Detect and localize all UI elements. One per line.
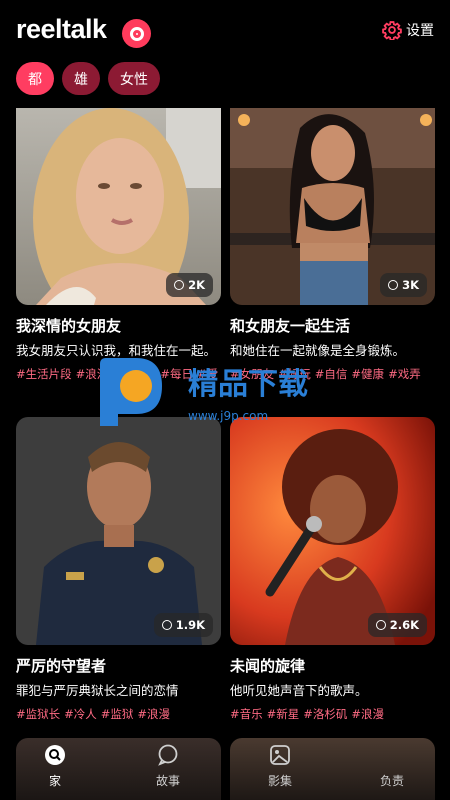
tag[interactable]: #冷人 [64, 707, 97, 721]
story-tags: #女朋友 #好玩 #自信 #健康 #戏弄 [230, 366, 435, 382]
settings-label: 设置 [406, 23, 434, 39]
story-title: 我深情的女朋友 [16, 317, 122, 335]
chat-bubble-icon [174, 280, 185, 290]
tag[interactable]: #生活片段 [16, 367, 72, 381]
tab-stories[interactable]: 故事 [138, 744, 198, 789]
tag[interactable]: #好玩 [278, 367, 311, 381]
chat-bubble-icon [375, 620, 386, 630]
conversation-count: 2.6K [367, 613, 427, 637]
tag[interactable]: #每日 [160, 367, 193, 381]
story-thumbnail[interactable]: 3K [230, 108, 435, 305]
story-card[interactable]: 3K 和女朋友一起生活 和她住在一起就像是全身锻炼。 #女朋友 #好玩 #自信 #健康… [230, 108, 435, 382]
logo-badge-icon [122, 19, 151, 48]
tag[interactable]: #爱 [197, 367, 218, 381]
image-icon [270, 745, 290, 765]
chat-bubble-icon [158, 744, 178, 766]
story-thumbnail[interactable]: 1.9K [16, 417, 221, 645]
tag[interactable]: #女朋友 [112, 367, 156, 381]
tag[interactable]: #戏弄 [388, 367, 421, 381]
story-description: 他听见她声音下的歌声。 [230, 683, 368, 698]
app-header: reeltalk 设置 [0, 0, 450, 62]
chat-bubble-icon [388, 280, 399, 290]
tag[interactable]: #浪漫 [137, 707, 170, 721]
tag[interactable]: #女朋友 [230, 367, 274, 381]
settings-button[interactable]: 设置 [382, 20, 434, 40]
search-icon [45, 745, 65, 765]
story-card[interactable]: 2K 我深情的女朋友 我女朋友只认识我，和我住在一起。 #生活片段 #浪漫 #女朋友… [16, 108, 221, 382]
conversation-count: 1.9K [153, 613, 213, 637]
tag[interactable]: #监狱长 [16, 707, 60, 721]
story-title: 和女朋友一起生活 [230, 317, 351, 335]
story-title: 严厉的守望者 [16, 657, 107, 675]
story-thumbnail[interactable]: 2K [16, 108, 221, 305]
tag[interactable]: #新星 [267, 707, 300, 721]
tag[interactable]: #健康 [351, 367, 384, 381]
tab-gallery[interactable]: 影集 [250, 744, 310, 789]
gear-icon [382, 21, 402, 40]
filter-chip-all[interactable]: 都 [16, 62, 54, 95]
tag[interactable]: #浪漫 [351, 707, 384, 721]
story-description: 我女朋友只认识我，和我住在一起。 [16, 343, 217, 358]
tab-profile[interactable]: 负责 [362, 744, 422, 789]
tag[interactable]: #音乐 [230, 707, 263, 721]
tag[interactable]: #洛杉矶 [303, 707, 347, 721]
tab-label: 家 [48, 774, 61, 788]
filter-chip-male[interactable]: 雄 [62, 62, 100, 95]
tag[interactable]: #浪漫 [76, 367, 109, 381]
filter-chips: 都 雄 女性 [16, 62, 160, 95]
conversation-count: 2K [166, 273, 213, 297]
tab-home[interactable]: 家 [25, 744, 85, 789]
tag[interactable]: #自信 [315, 367, 348, 381]
story-description: 和她住在一起就像是全身锻炼。 [230, 343, 406, 358]
story-tags: #生活片段 #浪漫 #女朋友 #每日 #爱 [16, 366, 221, 382]
filter-chip-female[interactable]: 女性 [108, 62, 160, 95]
story-tags: #音乐 #新星 #洛杉矶 #浪漫 [230, 706, 435, 722]
story-thumbnail[interactable]: 2.6K [230, 417, 435, 645]
tag[interactable]: #监狱 [101, 707, 134, 721]
chat-bubble-icon [161, 620, 172, 630]
story-card[interactable]: 1.9K 严厉的守望者 罪犯与严厉典狱长之间的恋情 #监狱长 #冷人 #监狱 #浪漫 [16, 417, 221, 722]
story-description: 罪犯与严厉典狱长之间的恋情 [16, 683, 179, 698]
story-tags: #监狱长 #冷人 #监狱 #浪漫 [16, 706, 221, 722]
app-logo-text: reeltalk [16, 14, 107, 44]
story-title: 未闻的旋律 [230, 657, 306, 675]
tab-label: 负责 [379, 774, 404, 788]
conversation-count: 3K [380, 273, 427, 297]
story-card[interactable]: 2.6K 未闻的旋律 他听见她声音下的歌声。 #音乐 #新星 #洛杉矶 #浪漫 [230, 417, 435, 722]
tab-label: 影集 [267, 774, 292, 788]
tab-label: 故事 [155, 774, 180, 788]
